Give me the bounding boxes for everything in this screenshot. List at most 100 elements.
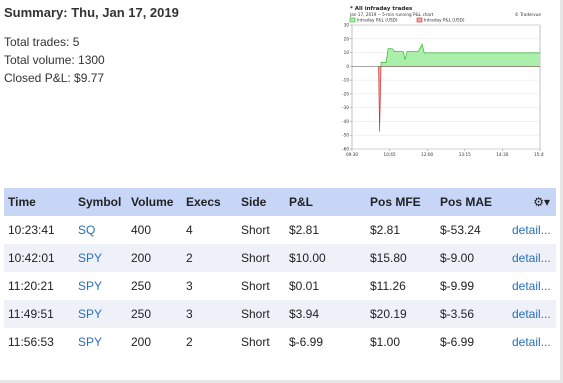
table-row[interactable]: 10:23:41 SQ 400 4 Short $2.81 $2.81 $-53.24 deta… <box>4 216 556 244</box>
cell-detail-link[interactable]: detail... <box>508 300 556 328</box>
y-tick-label: -50 <box>342 133 349 138</box>
cell-pos-mfe: $2.81 <box>370 223 401 237</box>
cell-execs: 4 <box>186 223 193 237</box>
cell-symbol[interactable]: SPY <box>74 244 127 272</box>
total-trades: Total trades: 5 <box>4 35 80 49</box>
legend-swatch-negative <box>416 17 423 23</box>
cell-pnl: $-6.99 <box>289 335 324 349</box>
cell-volume: 250 <box>131 279 152 293</box>
cell-time: 11:20:21 <box>8 279 54 293</box>
cell-time: 11:56:53 <box>8 335 54 349</box>
cell-pnl: $10.00 <box>289 251 326 265</box>
col-pos-mae-header[interactable]: Pos MAE <box>436 188 508 216</box>
cell-detail-link[interactable]: detail... <box>508 328 556 356</box>
cell-execs: 3 <box>186 279 193 293</box>
data-point <box>378 65 379 67</box>
data-point <box>423 52 425 54</box>
cell-pos-mfe: $1.00 <box>370 335 401 349</box>
summary-title: Summary: Thu, Jan 17, 2019 <box>4 5 179 20</box>
cell-detail-link[interactable]: detail... <box>508 272 556 300</box>
chart-subtitle: Jan 17, 2019 -- 5-min running P&L chart <box>349 12 434 17</box>
y-tick-label: -20 <box>342 91 349 96</box>
summary-panel: Summary: Thu, Jan 17, 2019 Total trades:… <box>4 5 304 87</box>
col-time-header[interactable]: Time <box>4 188 74 216</box>
col-pos-mfe-header[interactable]: Pos MFE <box>366 188 436 216</box>
cell-detail-link[interactable]: detail... <box>508 244 556 272</box>
cell-side: Short <box>241 307 270 321</box>
col-side-header[interactable]: Side <box>237 188 285 216</box>
chart-plot-area: 30 20 10 0 -10 -20 -30 -40 -50 -6009:30 10:45 12:00… <box>342 23 544 158</box>
cell-volume: 200 <box>131 335 152 349</box>
trades-table: Time Symbol Volume Execs Side P&L Pos MF… <box>4 188 556 356</box>
cell-pos-mae: $-53.24 <box>440 223 481 237</box>
table-header-row: Time Symbol Volume Execs Side P&L Pos MF… <box>4 188 556 216</box>
data-point <box>404 59 406 60</box>
col-symbol-header[interactable]: Symbol <box>74 188 127 216</box>
cell-side: Short <box>241 279 270 293</box>
x-tick-label: 14:30 <box>496 152 508 157</box>
pnl-chart: * All infraday trades Jan 17, 2019 -- 5-… <box>338 3 544 163</box>
cell-pos-mae: $-3.56 <box>440 307 475 321</box>
cell-volume: 250 <box>131 307 152 321</box>
cell-detail-link[interactable]: detail... <box>508 216 556 244</box>
data-point <box>394 51 395 52</box>
y-tick-label: -60 <box>342 147 349 152</box>
cell-symbol[interactable]: SPY <box>74 272 127 300</box>
column-settings-button[interactable]: ⚙▾ <box>508 188 556 216</box>
data-point <box>417 51 419 52</box>
cell-symbol[interactable]: SPY <box>74 328 127 356</box>
cell-time: 10:42:01 <box>8 251 55 265</box>
y-tick-label: -30 <box>342 105 349 110</box>
cell-side: Short <box>241 223 270 237</box>
y-tick-label: -10 <box>342 78 349 83</box>
cell-volume: 200 <box>131 251 152 265</box>
x-tick-label: 09:30 <box>346 152 358 157</box>
y-tick-label: 10 <box>344 50 350 55</box>
cell-pos-mfe: $15.80 <box>370 251 407 265</box>
cell-pnl: $3.94 <box>289 307 320 321</box>
y-tick-label: 30 <box>344 23 350 28</box>
data-point <box>391 48 393 50</box>
legend-label-negative: Intraday P&L (USD) <box>424 18 465 23</box>
data-point <box>402 51 404 52</box>
cell-pos-mae: $-9.99 <box>440 279 475 293</box>
y-tick-label: -40 <box>342 119 349 124</box>
col-pnl-header[interactable]: P&L <box>285 188 366 216</box>
table-row[interactable]: 11:56:53 SPY 200 2 Short $-6.99 $1.00 $-6.99 det… <box>4 328 556 356</box>
closed-pnl: Closed P&L: $9.77 <box>4 71 105 85</box>
total-volume: Total volume: 1300 <box>4 53 105 67</box>
cell-pos-mfe: $11.26 <box>370 279 406 293</box>
data-point <box>385 62 387 63</box>
cell-execs: 2 <box>186 251 193 265</box>
cell-volume: 400 <box>131 223 152 237</box>
table-row[interactable]: 10:42:01 SPY 200 2 Short $10.00 $15.80 $-9.00 de… <box>4 244 556 272</box>
gear-icon[interactable]: ⚙▾ <box>533 195 550 209</box>
data-point <box>387 48 389 50</box>
data-point <box>421 43 423 45</box>
cell-time: 11:49:51 <box>8 307 54 321</box>
legend-label-positive: Intraday P&L (USD) <box>357 18 398 23</box>
x-tick-label: 15:45 <box>534 152 544 157</box>
table-row[interactable]: 11:49:51 SPY 250 3 Short $3.94 $20.19 $-3.56 det… <box>4 300 556 328</box>
table-row[interactable]: 11:20:21 SPY 250 3 Short $0.01 $11.26 $-9.99 det… <box>4 272 556 300</box>
cell-side: Short <box>241 251 270 265</box>
trades-table-body: 10:23:41 SQ 400 4 Short $2.81 $2.81 $-53.24 deta… <box>4 216 556 356</box>
x-tick-label: 12:00 <box>421 152 433 157</box>
cell-symbol[interactable]: SQ <box>74 216 127 244</box>
x-tick-label: 13:15 <box>459 152 471 157</box>
cell-pnl: $2.81 <box>289 223 320 237</box>
y-tick-label: 0 <box>346 64 349 69</box>
cell-pos-mae: $-6.99 <box>440 335 475 349</box>
cell-pnl: $0.01 <box>289 279 320 293</box>
legend-swatch-positive <box>349 17 356 23</box>
data-point <box>406 51 408 52</box>
cell-execs: 3 <box>186 307 193 321</box>
data-point <box>379 130 380 132</box>
cell-pos-mfe: $20.19 <box>370 307 407 321</box>
col-volume-header[interactable]: Volume <box>127 188 182 216</box>
col-execs-header[interactable]: Execs <box>182 188 237 216</box>
cell-symbol[interactable]: SPY <box>74 300 127 328</box>
y-tick-label: 20 <box>344 36 350 41</box>
cell-side: Short <box>241 335 270 349</box>
cell-execs: 2 <box>186 335 193 349</box>
